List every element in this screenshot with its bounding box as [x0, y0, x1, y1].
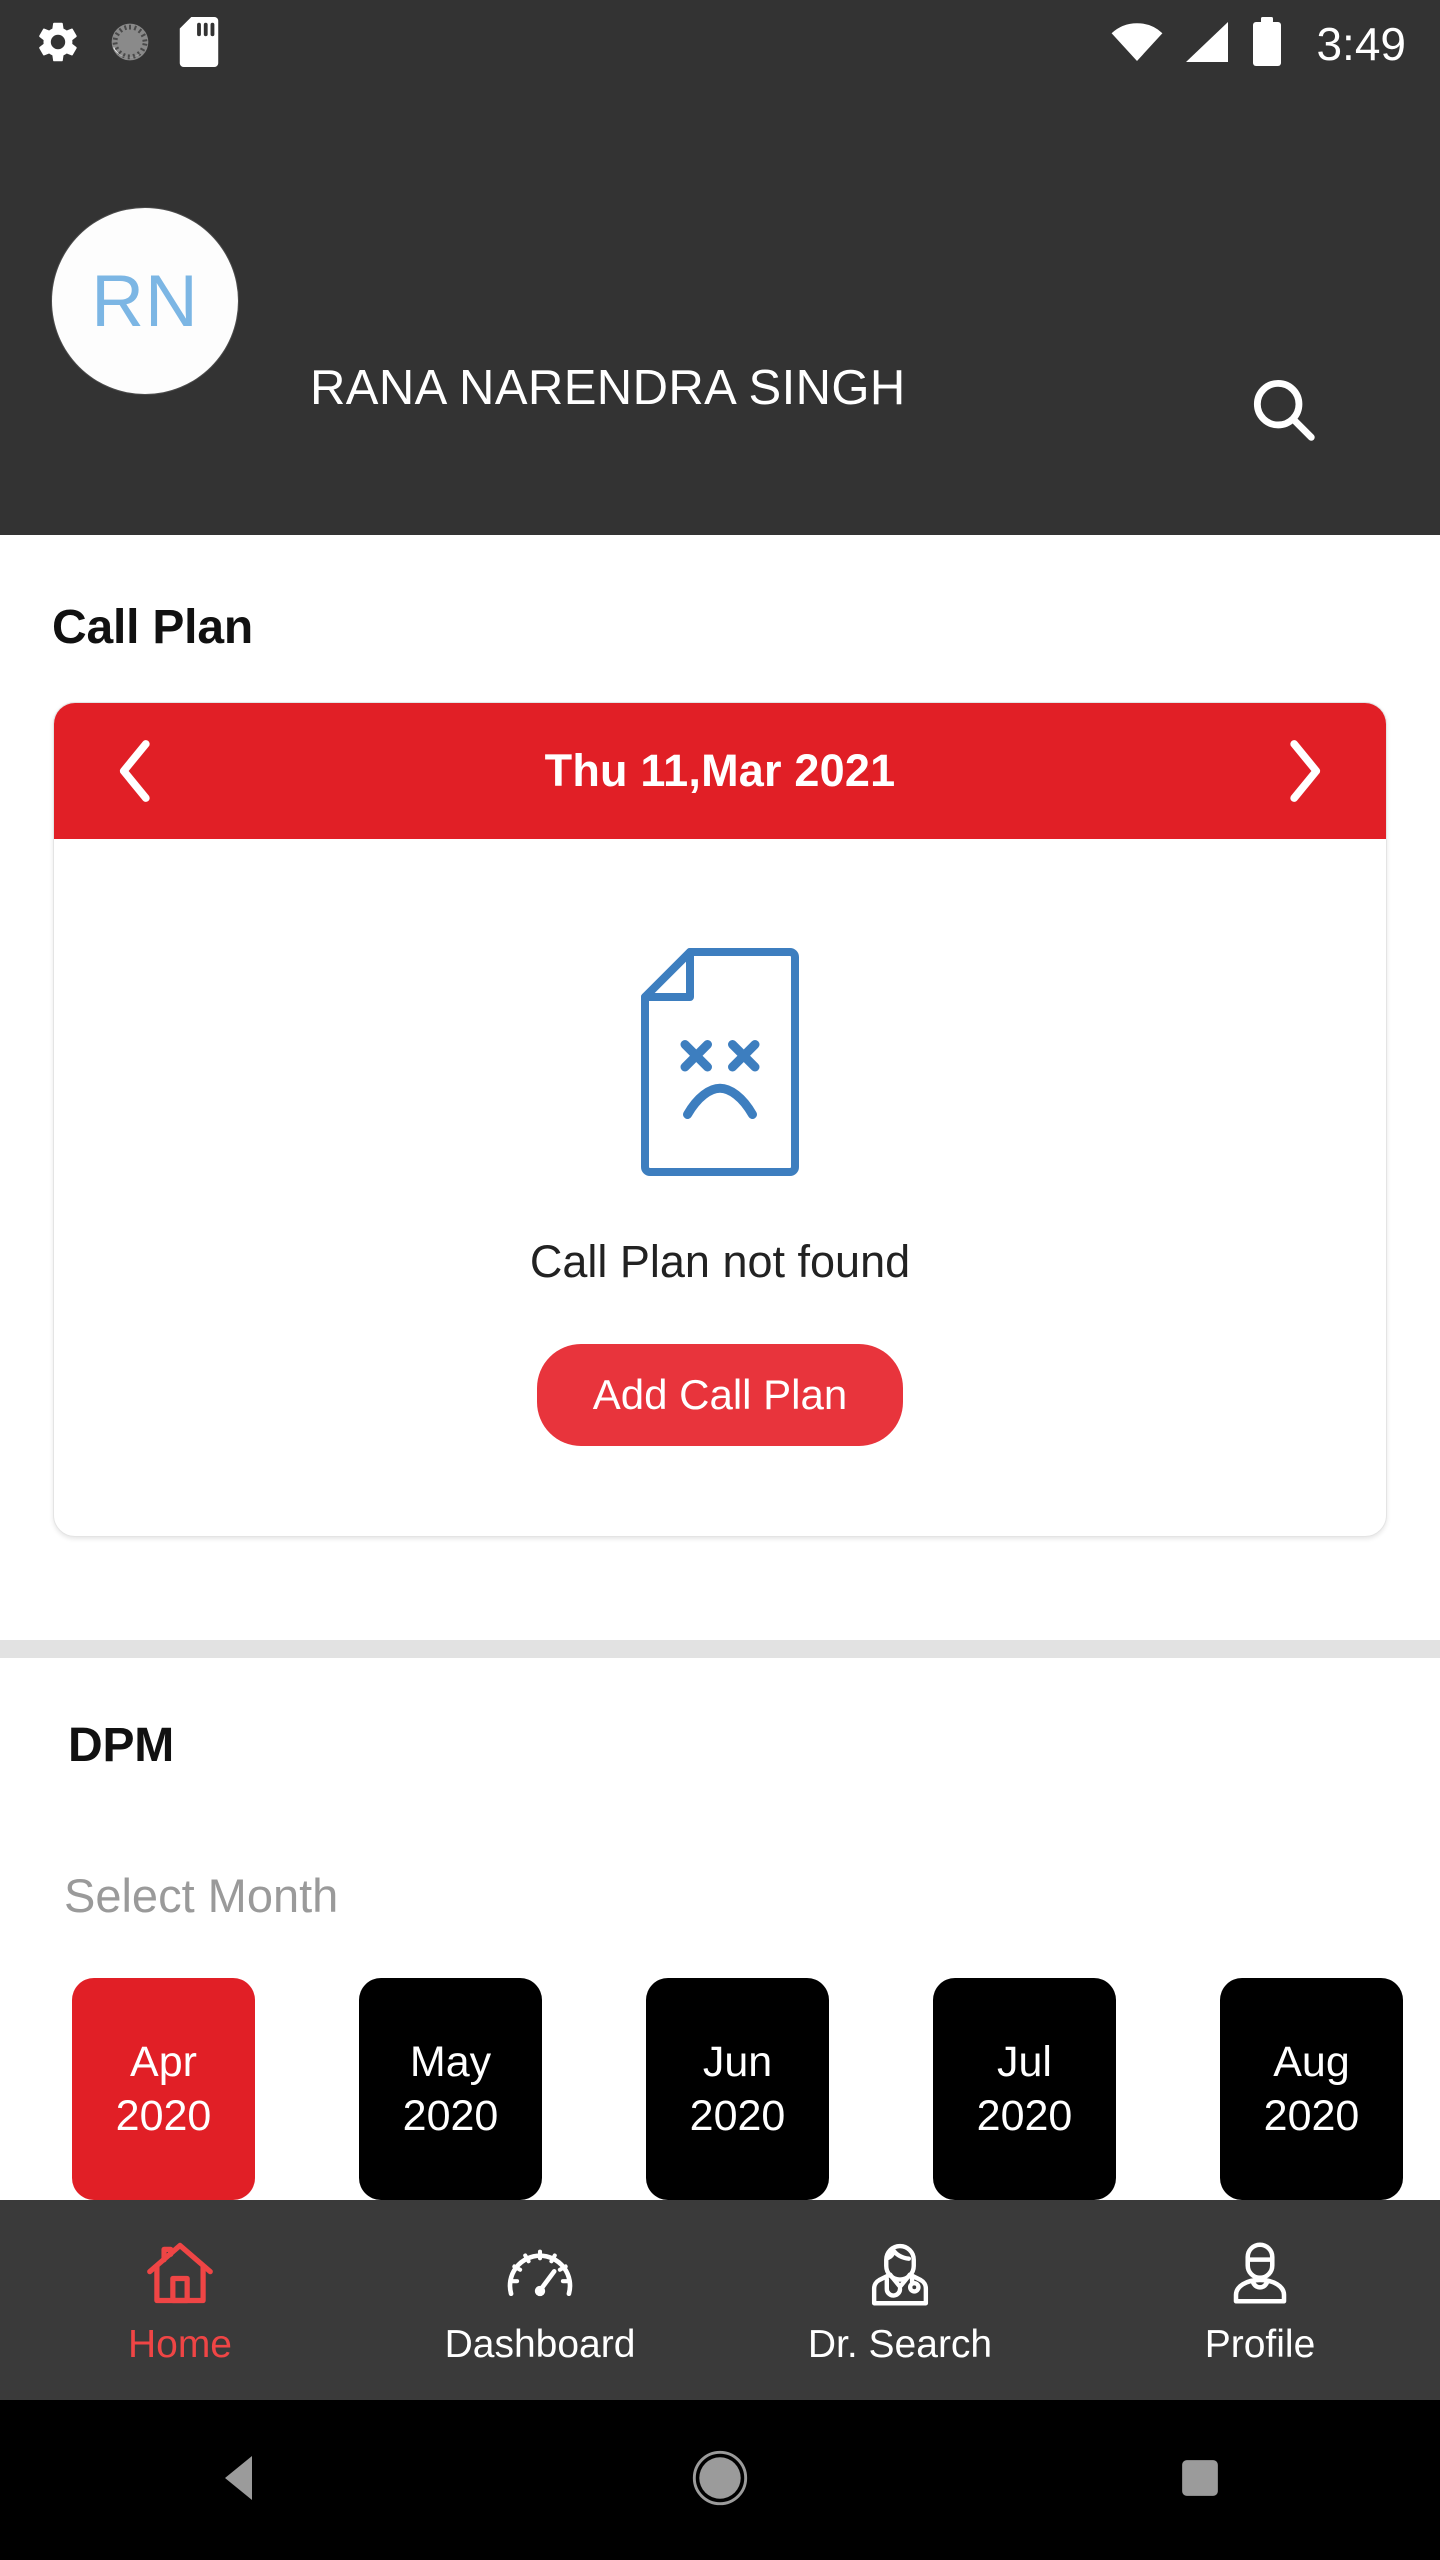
month-chip[interactable]: Jul 2020 [933, 1978, 1116, 2200]
nav-item-dashboard[interactable]: Dashboard [360, 2200, 720, 2400]
month-chip-year: 2020 [976, 2092, 1073, 2140]
add-call-plan-button[interactable]: Add Call Plan [536, 1344, 904, 1446]
android-back-button[interactable] [170, 2400, 310, 2560]
home-circle-icon [691, 2449, 749, 2512]
dpm-section-title: DPM [68, 1719, 175, 1772]
app-screen: 3:49 RN RANA NARENDRA SINGH Call Plan Th… [0, 0, 1440, 2560]
avatar[interactable]: RN [52, 208, 238, 394]
nav-label-dashboard: Dashboard [444, 2322, 636, 2366]
month-chip[interactable]: Jun 2020 [646, 1978, 829, 2200]
status-bar: 3:49 [0, 0, 1440, 88]
bottom-navigation: Home Dashboard Dr. Search Profile [0, 2200, 1440, 2400]
nav-label-dr-search: Dr. Search [807, 2322, 993, 2366]
month-chip-month: Jul [997, 2037, 1052, 2086]
nav-item-profile[interactable]: Profile [1080, 2200, 1440, 2400]
app-header: RN RANA NARENDRA SINGH [0, 88, 1440, 535]
status-bar-right-icons: 3:49 [1110, 16, 1406, 72]
search-icon [1245, 371, 1323, 454]
document-sad-face-icon [640, 947, 800, 1182]
recents-square-icon [1179, 2457, 1221, 2504]
battery-icon [1252, 16, 1282, 72]
month-selector[interactable]: Apr 2020 May 2020 Jun 2020 Jul 2020 Aug … [0, 1978, 1440, 2200]
loading-spinner-icon [108, 20, 152, 69]
month-chip[interactable]: Aug 2020 [1220, 1978, 1403, 2200]
next-day-button[interactable] [1274, 740, 1334, 802]
month-chip-month: Aug [1273, 2037, 1350, 2086]
search-button[interactable] [1228, 356, 1340, 468]
call-plan-empty-state: Call Plan not found Add Call Plan [54, 839, 1386, 1536]
month-chip-month: Apr [130, 2037, 197, 2086]
current-date-label: Thu 11,Mar 2021 [544, 745, 896, 796]
empty-state-message: Call Plan not found [529, 1236, 911, 1287]
prev-day-button[interactable] [106, 740, 166, 802]
month-chip-month: Jun [702, 2037, 773, 2086]
nav-item-home[interactable]: Home [0, 2200, 360, 2400]
settings-gear-icon [34, 18, 82, 71]
section-divider [0, 1640, 1440, 1658]
select-month-label: Select Month [64, 1869, 339, 1922]
nav-item-dr-search[interactable]: Dr. Search [720, 2200, 1080, 2400]
nav-label-profile: Profile [1204, 2322, 1316, 2366]
doctor-icon [867, 2237, 933, 2309]
status-bar-clock: 3:49 [1316, 18, 1406, 70]
month-chip[interactable]: May 2020 [359, 1978, 542, 2200]
call-plan-section-title: Call Plan [52, 601, 253, 654]
status-bar-left-icons [34, 16, 220, 72]
page-title: RANA NARENDRA SINGH [310, 361, 906, 415]
call-plan-card: Thu 11,Mar 2021 Call Plan not found Add … [53, 702, 1387, 1537]
month-chip-year: 2020 [402, 2092, 499, 2140]
month-chip[interactable]: Apr 2020 [72, 1978, 255, 2200]
android-recents-button[interactable] [1130, 2400, 1270, 2560]
person-icon [1228, 2237, 1292, 2309]
month-chip-month: May [409, 2037, 492, 2086]
date-navigator: Thu 11,Mar 2021 [54, 703, 1386, 839]
wifi-icon [1110, 20, 1164, 69]
month-chip-year: 2020 [115, 2092, 212, 2140]
month-chip-year: 2020 [689, 2092, 786, 2140]
avatar-initials: RN [91, 260, 199, 342]
nav-label-home: Home [127, 2322, 233, 2366]
back-triangle-icon [218, 2453, 262, 2508]
month-chip-year: 2020 [1263, 2092, 1360, 2140]
android-home-button[interactable] [650, 2400, 790, 2560]
speedometer-icon [504, 2237, 576, 2309]
cellular-signal-icon [1184, 20, 1232, 69]
android-system-nav [0, 2400, 1440, 2560]
sd-card-icon [178, 16, 220, 72]
home-icon [144, 2237, 216, 2309]
